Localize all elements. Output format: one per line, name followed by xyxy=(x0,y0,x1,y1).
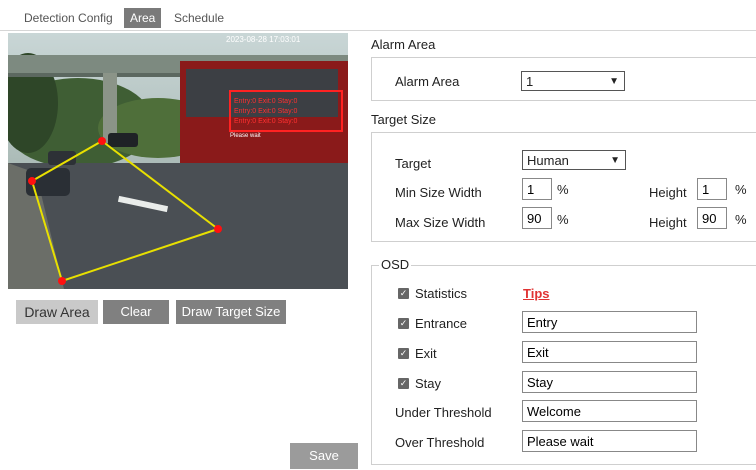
tab-schedule[interactable]: Schedule xyxy=(174,8,224,28)
stay-checkbox[interactable]: ✓ xyxy=(398,378,409,389)
alarm-area-section-title: Alarm Area xyxy=(371,37,436,52)
tab-detection-config[interactable]: Detection Config xyxy=(24,8,113,28)
max-height-input[interactable] xyxy=(697,207,727,229)
stay-label: Stay xyxy=(415,376,442,391)
osd-legend: OSD xyxy=(379,257,412,272)
max-height-unit: % xyxy=(735,212,747,227)
statistics-checkbox[interactable]: ✓ xyxy=(398,288,409,299)
save-button[interactable]: Save xyxy=(290,443,358,469)
video-scene: 2023-08-28 17:03:01 Entry:0 Exit:0 Stay:… xyxy=(8,33,348,289)
stay-input[interactable] xyxy=(522,371,697,393)
under-threshold-input[interactable] xyxy=(522,400,697,422)
tips-link[interactable]: Tips xyxy=(523,286,550,301)
target-value: Human xyxy=(527,153,569,168)
video-stat-line: Entry:0 Exit:0 Stay:0 xyxy=(234,118,298,125)
over-threshold-label: Over Threshold xyxy=(395,435,485,450)
tab-bar: Detection Config Area Schedule xyxy=(0,0,756,31)
statistics-label: Statistics xyxy=(415,286,468,301)
clear-button[interactable]: Clear xyxy=(103,300,169,324)
area-vertex xyxy=(58,277,66,285)
target-label: Target xyxy=(395,156,432,171)
min-width-unit: % xyxy=(557,182,569,197)
video-stat-line: Entry:0 Exit:0 Stay:0 xyxy=(234,108,298,115)
max-width-input[interactable] xyxy=(522,207,552,229)
min-width-input[interactable] xyxy=(522,178,552,200)
alarm-area-label: Alarm Area xyxy=(395,74,460,89)
min-height-label: Height xyxy=(649,185,687,200)
max-width-unit: % xyxy=(557,212,569,227)
entrance-input[interactable] xyxy=(522,311,697,333)
alarm-area-value: 1 xyxy=(526,74,534,89)
exit-label: Exit xyxy=(415,346,437,361)
exit-input[interactable] xyxy=(522,341,697,363)
chevron-down-icon: ▼ xyxy=(609,76,619,87)
min-height-input[interactable] xyxy=(697,178,727,200)
area-vertex xyxy=(28,177,36,185)
entrance-checkbox[interactable]: ✓ xyxy=(398,318,409,329)
target-select[interactable]: Human ▼ xyxy=(522,150,626,170)
min-height-unit: % xyxy=(735,182,747,197)
tab-area[interactable]: Area xyxy=(124,8,162,28)
exit-checkbox[interactable]: ✓ xyxy=(398,348,409,359)
draw-area-button[interactable]: Draw Area xyxy=(16,300,98,324)
video-preview[interactable]: 2023-08-28 17:03:01 Entry:0 Exit:0 Stay:… xyxy=(8,33,348,289)
max-size-width-label: Max Size Width xyxy=(395,215,486,230)
video-caption: Please wait xyxy=(230,133,261,139)
area-vertex xyxy=(214,225,222,233)
area-vertex xyxy=(98,137,106,145)
video-timestamp: 2023-08-28 17:03:01 xyxy=(226,35,301,44)
min-size-width-label: Min Size Width xyxy=(395,185,482,200)
over-threshold-input[interactable] xyxy=(522,430,697,452)
entrance-label: Entrance xyxy=(415,316,468,331)
under-threshold-label: Under Threshold xyxy=(395,405,492,420)
target-size-section-title: Target Size xyxy=(371,112,437,127)
alarm-area-select[interactable]: 1 ▼ xyxy=(521,71,625,91)
video-stat-line: Entry:0 Exit:0 Stay:0 xyxy=(234,98,298,105)
draw-target-size-button[interactable]: Draw Target Size xyxy=(176,300,286,324)
chevron-down-icon: ▼ xyxy=(610,155,620,166)
max-height-label: Height xyxy=(649,215,687,230)
